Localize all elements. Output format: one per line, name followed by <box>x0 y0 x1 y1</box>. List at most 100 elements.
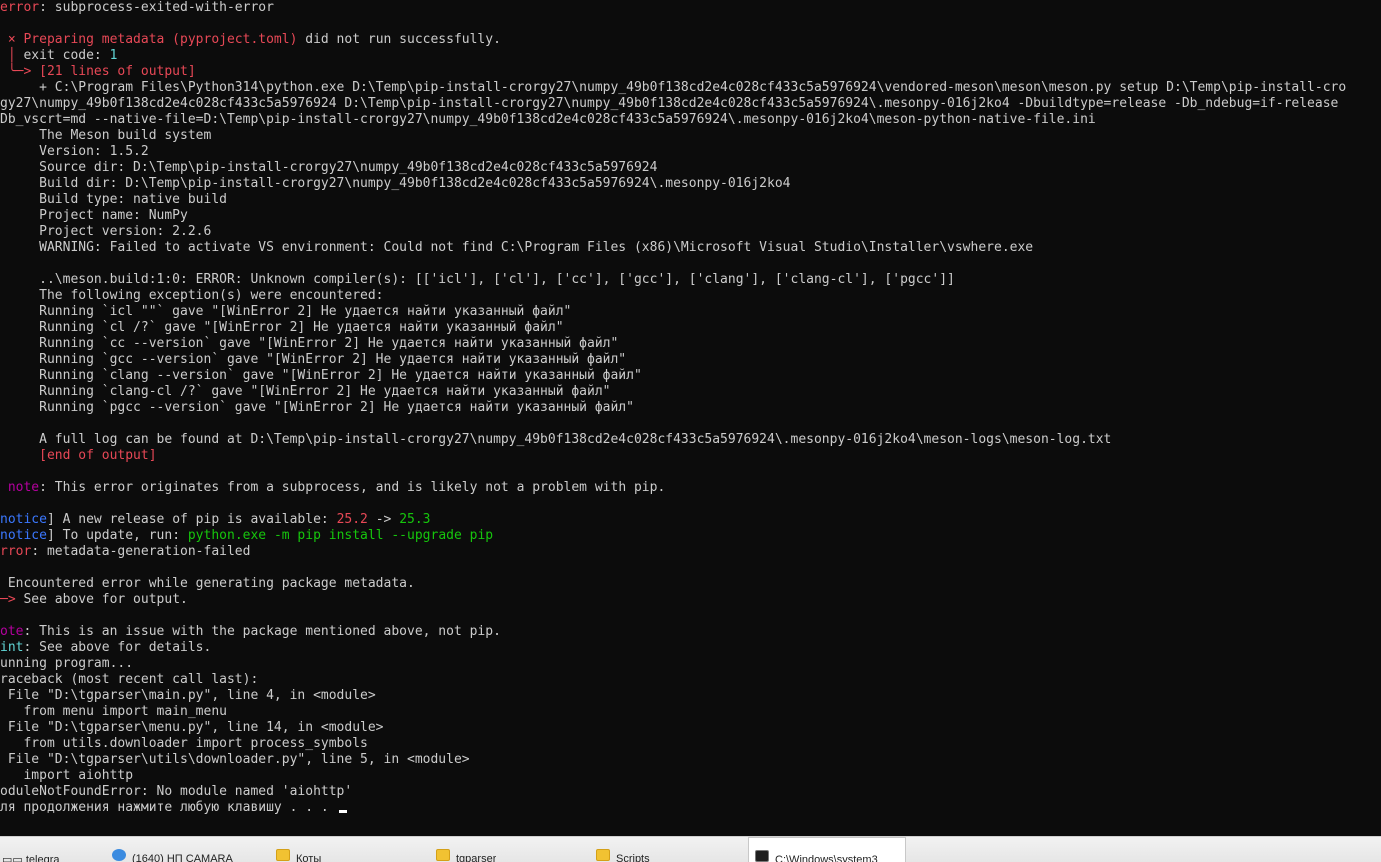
console-text: Running `gcc --version` gave "[WinError … <box>0 352 627 367</box>
console-text: from menu import main_menu <box>0 704 227 719</box>
console-text: python.exe -m pip install --upgrade pip <box>187 528 494 543</box>
console-text: Running `cl /?` gave "[WinError 2] Не уд… <box>0 320 564 335</box>
browser-icon <box>112 849 126 861</box>
console-line: Build dir: D:\Temp\pip-install-crorgy27\… <box>0 176 1381 192</box>
taskbar-item-telegram[interactable]: ▭▭ telegra <box>0 837 106 862</box>
console-text: ╰─> [21 lines of output] <box>0 64 196 79</box>
console-text: notice <box>0 512 47 527</box>
console-text: exit code: <box>15 48 110 63</box>
console-line: notice] A new release of pip is availabl… <box>0 512 1381 528</box>
console-line: File "D:\tgparser\main.py", line 4, in <… <box>0 688 1381 704</box>
console-text: ..\meson.build:1:0: ERROR: Unknown compi… <box>0 272 955 287</box>
console-line: × Preparing metadata (pyproject.toml) di… <box>0 32 1381 48</box>
console-text: See above for output. <box>15 592 188 607</box>
console-window[interactable]: error: subprocess-exited-with-error × Pr… <box>0 0 1381 836</box>
console-text: : metadata-generation-failed <box>31 544 251 559</box>
console-line: from menu import main_menu <box>0 704 1381 720</box>
console-line: Version: 1.5.2 <box>0 144 1381 160</box>
console-line: from utils.downloader import process_sym… <box>0 736 1381 752</box>
console-text: Running `cc --version` gave "[WinError 2… <box>0 336 619 351</box>
console-text: ─> <box>0 592 16 607</box>
console-text: 25.2 <box>336 512 368 527</box>
console-text: [end of output] <box>0 448 157 463</box>
console-line: ля продолжения нажмите любую клавишу . .… <box>0 800 1381 816</box>
cmd-icon <box>755 850 769 862</box>
taskbar-item-folder-koty[interactable]: Коты <box>276 837 432 862</box>
console-text: : See above for details. <box>23 640 212 655</box>
console-text: Encountered error while generating packa… <box>0 576 415 591</box>
console-line: Encountered error while generating packa… <box>0 576 1381 592</box>
console-text: ля продолжения нажмите любую клавишу . .… <box>0 800 337 815</box>
console-text: Source dir: D:\Temp\pip-install-crorgy27… <box>0 160 658 175</box>
text-cursor <box>338 810 347 813</box>
console-line: import aiohttp <box>0 768 1381 784</box>
console-text: Running `clang-cl /?` gave "[WinError 2]… <box>0 384 611 399</box>
taskbar-item-browser[interactable]: (1640) HП CAMARA <box>112 837 270 862</box>
console-line: The following exception(s) were encounte… <box>0 288 1381 304</box>
console-text: │ <box>0 48 16 63</box>
console-text: note <box>0 480 40 495</box>
console-text: 25.3 <box>399 512 431 527</box>
console-line: ote: This is an issue with the package m… <box>0 624 1381 640</box>
console-line: Source dir: D:\Temp\pip-install-crorgy27… <box>0 160 1381 176</box>
console-line: Project name: NumPy <box>0 208 1381 224</box>
console-line: ╰─> [21 lines of output] <box>0 64 1381 80</box>
console-line: + C:\Program Files\Python314\python.exe … <box>0 80 1381 96</box>
console-text: Running `pgcc --version` gave "[WinError… <box>0 400 634 415</box>
console-line: Running `clang-cl /?` gave "[WinError 2]… <box>0 384 1381 400</box>
console-text: : subprocess-exited-with-error <box>39 0 274 15</box>
console-text: Running `icl ""` gave "[WinError 2] Не у… <box>0 304 572 319</box>
console-text: Db_vscrt=md --native-file=D:\Temp\pip-in… <box>0 112 1096 127</box>
console-line: Running `clang --version` gave "[WinErro… <box>0 368 1381 384</box>
console-line: error: subprocess-exited-with-error <box>0 0 1381 16</box>
console-text: raceback (most recent call last): <box>0 672 259 687</box>
console-text: : This is an issue with the package ment… <box>23 624 501 639</box>
console-line: rror: metadata-generation-failed <box>0 544 1381 560</box>
taskbar-item-cmd[interactable]: C:\Windows\system3 <box>748 837 906 862</box>
console-line: The Meson build system <box>0 128 1381 144</box>
console-line: │ exit code: 1 <box>0 48 1381 64</box>
console-line: Project version: 2.2.6 <box>0 224 1381 240</box>
console-text: Project name: NumPy <box>0 208 188 223</box>
console-text: Build type: native build <box>0 192 227 207</box>
console-text: The following exception(s) were encounte… <box>0 288 384 303</box>
taskbar-item-folder-scripts[interactable]: Scripts <box>596 837 746 862</box>
console-line: File "D:\tgparser\menu.py", line 14, in … <box>0 720 1381 736</box>
taskbar: ▭▭ telegra (1640) HП CAMARA Коты tgparse… <box>0 836 1381 862</box>
console-text: oduleNotFoundError: No module named 'aio… <box>0 784 353 799</box>
console-text: Version: 1.5.2 <box>0 144 149 159</box>
console-text: + C:\Program Files\Python314\python.exe … <box>0 80 1347 95</box>
console-line: note: This error originates from a subpr… <box>0 480 1381 496</box>
console-text: from utils.downloader import process_sym… <box>0 736 368 751</box>
console-text: error <box>0 0 40 15</box>
console-text: : This error originates from a subproces… <box>39 480 666 495</box>
console-text: unning program... <box>0 656 134 671</box>
console-line: Db_vscrt=md --native-file=D:\Temp\pip-in… <box>0 112 1381 128</box>
taskbar-item-folder-tgparser[interactable]: tgparser <box>436 837 592 862</box>
console-text: ] To update, run: <box>46 528 188 543</box>
console-line: gy27\numpy_49b0f138cd2e4c028cf433c5a5976… <box>0 96 1381 112</box>
console-text: File "D:\tgparser\utils\downloader.py", … <box>0 752 470 767</box>
console-line: Build type: native build <box>0 192 1381 208</box>
console-line: Running `pgcc --version` gave "[WinError… <box>0 400 1381 416</box>
console-line: ─> See above for output. <box>0 592 1381 608</box>
console-text: WARNING: Failed to activate VS environme… <box>0 240 1034 255</box>
console-line: ..\meson.build:1:0: ERROR: Unknown compi… <box>0 272 1381 288</box>
console-line: Running `gcc --version` gave "[WinError … <box>0 352 1381 368</box>
console-text: 1 <box>109 48 118 63</box>
console-line: raceback (most recent call last): <box>0 672 1381 688</box>
console-line: Running `icl ""` gave "[WinError 2] Не у… <box>0 304 1381 320</box>
console-line: A full log can be found at D:\Temp\pip-i… <box>0 432 1381 448</box>
console-line: oduleNotFoundError: No module named 'aio… <box>0 784 1381 800</box>
console-text: Project version: 2.2.6 <box>0 224 212 239</box>
console-line: int: See above for details. <box>0 640 1381 656</box>
folder-icon <box>436 849 450 861</box>
console-text: Build dir: D:\Temp\pip-install-crorgy27\… <box>0 176 791 191</box>
console-text: File "D:\tgparser\main.py", line 4, in <… <box>0 688 376 703</box>
